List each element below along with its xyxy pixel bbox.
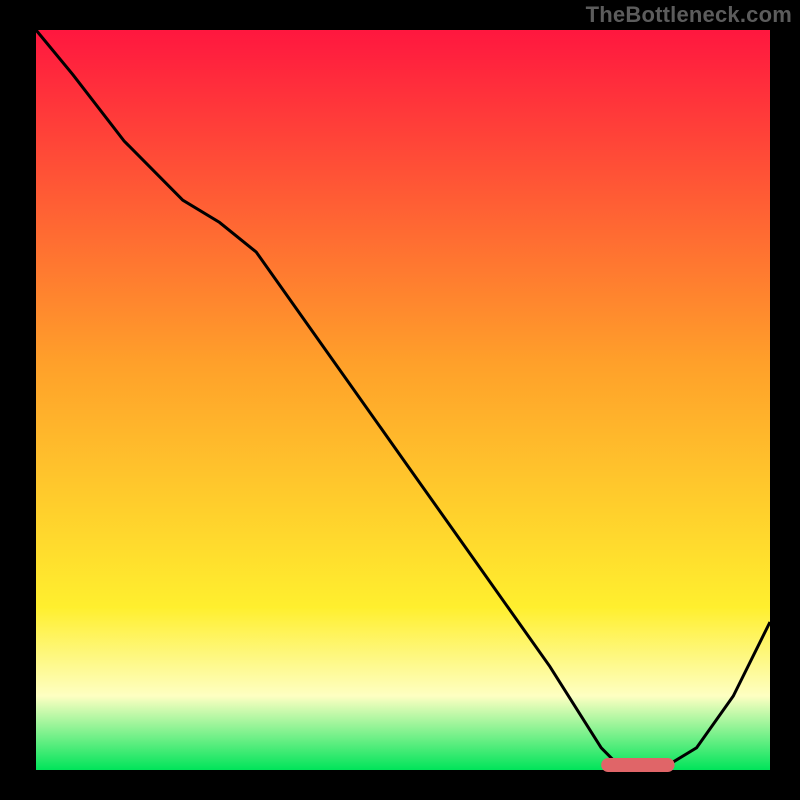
plot-background	[36, 30, 770, 770]
chart-container: TheBottleneck.com	[0, 0, 800, 800]
watermark-text: TheBottleneck.com	[586, 2, 792, 28]
bottleneck-plot	[0, 0, 800, 800]
optimum-marker	[601, 758, 674, 772]
